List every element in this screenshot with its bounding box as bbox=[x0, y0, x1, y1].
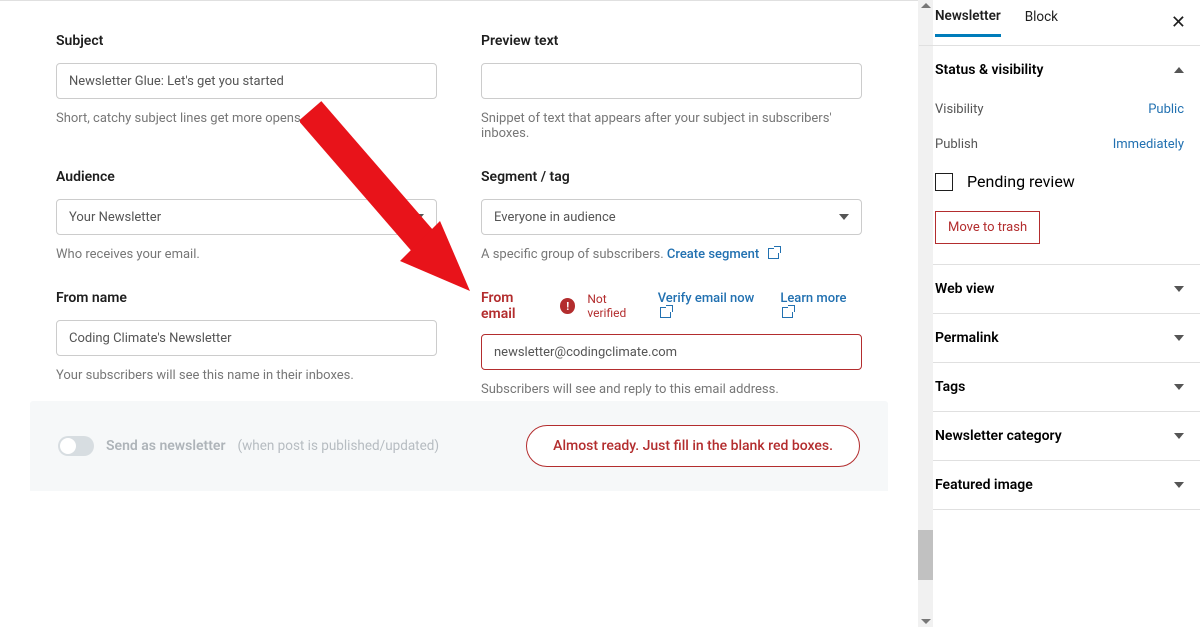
external-link-icon bbox=[768, 248, 779, 259]
visibility-value-link[interactable]: Public bbox=[1148, 102, 1184, 117]
preview-text-hint: Snippet of text that appears after your … bbox=[481, 111, 862, 141]
preview-text-input[interactable] bbox=[481, 63, 862, 99]
not-verified-text: Not verified bbox=[587, 292, 645, 320]
segment-hint: A specific group of subscribers. Create … bbox=[481, 247, 862, 262]
panel-newsletter-category[interactable]: Newsletter category bbox=[919, 412, 1200, 460]
chevron-down-icon bbox=[839, 214, 849, 220]
audience-label: Audience bbox=[56, 169, 437, 185]
tab-block[interactable]: Block bbox=[1025, 9, 1058, 37]
settings-sidebar: Newsletter Block ✕ Status & visibility V… bbox=[918, 0, 1200, 627]
chevron-down-icon bbox=[414, 214, 424, 220]
main-editor-area: Subject Newsletter Glue: Let's get you s… bbox=[0, 0, 918, 491]
publish-label: Publish bbox=[935, 137, 978, 152]
status-pill: Almost ready. Just fill in the blank red… bbox=[526, 425, 860, 467]
chevron-down-icon bbox=[1174, 286, 1184, 292]
panel-featured-image[interactable]: Featured image bbox=[919, 461, 1200, 509]
visibility-label: Visibility bbox=[935, 102, 984, 117]
pending-review-checkbox[interactable] bbox=[935, 173, 953, 191]
panel-status-visibility[interactable]: Status & visibility bbox=[919, 46, 1200, 94]
scrollbar[interactable] bbox=[918, 0, 933, 627]
from-email-input[interactable]: newsletter@codingclimate.com bbox=[481, 334, 862, 370]
send-as-newsletter-label: Send as newsletter bbox=[106, 438, 226, 454]
scroll-thumb[interactable] bbox=[918, 530, 933, 580]
subject-hint: Short, catchy subject lines get more ope… bbox=[56, 111, 437, 126]
tab-newsletter[interactable]: Newsletter bbox=[935, 8, 1001, 37]
send-as-newsletter-sub: (when post is published/updated) bbox=[238, 438, 440, 454]
footer-bar: Send as newsletter (when post is publish… bbox=[30, 401, 888, 491]
segment-label: Segment / tag bbox=[481, 169, 862, 185]
move-to-trash-button[interactable]: Move to trash bbox=[935, 211, 1040, 244]
pending-review-label: Pending review bbox=[967, 172, 1075, 191]
send-as-newsletter-toggle[interactable] bbox=[58, 436, 94, 456]
error-icon: ! bbox=[560, 298, 575, 314]
close-icon[interactable]: ✕ bbox=[1171, 12, 1186, 33]
learn-more-link[interactable]: Learn more bbox=[780, 291, 862, 321]
audience-hint: Who receives your email. bbox=[56, 247, 437, 262]
from-email-label: From email bbox=[481, 290, 548, 322]
from-email-hint: Subscribers will see and reply to this e… bbox=[481, 382, 862, 397]
create-segment-link[interactable]: Create segment bbox=[667, 247, 779, 262]
preview-text-label: Preview text bbox=[481, 33, 862, 49]
panel-web-view[interactable]: Web view bbox=[919, 265, 1200, 313]
from-name-label: From name bbox=[56, 290, 437, 306]
publish-value-link[interactable]: Immediately bbox=[1113, 137, 1184, 152]
segment-select[interactable]: Everyone in audience bbox=[481, 199, 862, 235]
from-name-hint: Your subscribers will see this name in t… bbox=[56, 368, 437, 383]
external-link-icon bbox=[782, 307, 793, 318]
scroll-down-icon bbox=[921, 619, 931, 624]
chevron-down-icon bbox=[1174, 482, 1184, 488]
chevron-down-icon bbox=[1174, 433, 1184, 439]
chevron-down-icon bbox=[1174, 384, 1184, 390]
subject-input[interactable]: Newsletter Glue: Let's get you started bbox=[56, 63, 437, 99]
external-link-icon bbox=[660, 307, 671, 318]
panel-permalink[interactable]: Permalink bbox=[919, 314, 1200, 362]
from-name-input[interactable]: Coding Climate's Newsletter bbox=[56, 320, 437, 356]
verify-email-link[interactable]: Verify email now bbox=[658, 291, 769, 321]
subject-label: Subject bbox=[56, 33, 437, 49]
audience-select[interactable]: Your Newsletter bbox=[56, 199, 437, 235]
chevron-up-icon bbox=[1174, 67, 1184, 73]
chevron-down-icon bbox=[1174, 335, 1184, 341]
panel-tags[interactable]: Tags bbox=[919, 363, 1200, 411]
